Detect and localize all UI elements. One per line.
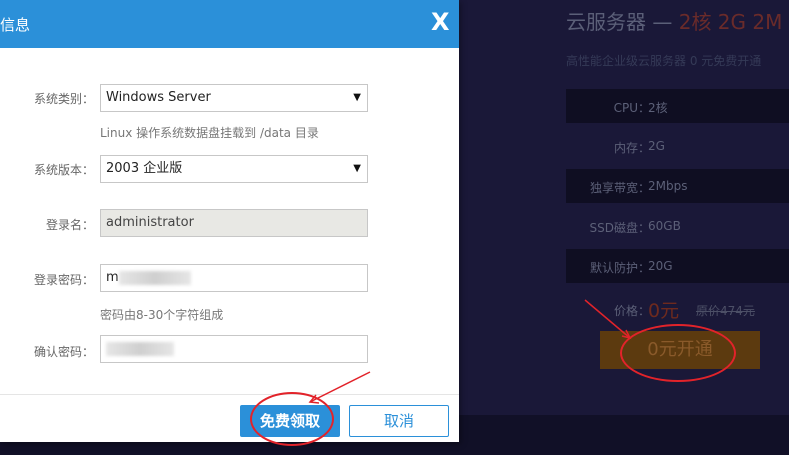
spec-label: SSD磁盘： xyxy=(589,221,650,235)
dialog-header: 信息 X xyxy=(0,0,459,48)
spec-row-protection: 默认防护： 20G xyxy=(566,249,789,283)
os-type-value: Windows Server xyxy=(106,90,211,105)
password-field[interactable]: m xyxy=(100,264,368,292)
os-hint: Linux 操作系统数据盘挂载到 /data 目录 xyxy=(100,126,319,140)
dropdown-caret-icon: ▼ xyxy=(353,163,361,174)
os-version-value: 2003 企业版 xyxy=(106,161,183,176)
info-dialog: 信息 X 系统类别： Windows Server ▼ Linux 操作系统数据… xyxy=(0,0,459,442)
product-title-highlight: 2核 2G 2M xyxy=(678,10,783,34)
close-icon[interactable]: X xyxy=(431,8,450,36)
product-title-prefix: 云服务器 — xyxy=(566,10,679,34)
os-type-select[interactable]: Windows Server ▼ xyxy=(100,84,368,112)
password-visible-prefix: m xyxy=(106,270,119,285)
annotation-circle-open xyxy=(620,324,736,382)
dropdown-caret-icon: ▼ xyxy=(353,92,361,103)
login-name-field: administrator xyxy=(100,209,368,237)
password-hint: 密码由8-30个字符组成 xyxy=(100,308,224,322)
login-name-label: 登录名： xyxy=(45,218,94,232)
spec-label: CPU： xyxy=(613,101,650,115)
product-title: 云服务器 — 2核 2G 2M xyxy=(566,6,782,35)
spec-value: 2G xyxy=(648,139,665,153)
spec-label: 独享带宽： xyxy=(589,181,650,195)
confirm-password-label: 确认密码： xyxy=(33,345,94,359)
price-value: 0元 xyxy=(648,300,680,322)
cancel-button[interactable]: 取消 xyxy=(349,405,449,437)
password-label: 登录密码： xyxy=(33,273,94,287)
spec-label: 内存： xyxy=(613,141,650,155)
spec-value: 60GB xyxy=(648,219,681,233)
annotation-circle-claim xyxy=(250,392,334,446)
price-row: 价格： 0元 原价474元 xyxy=(566,298,789,322)
spec-value: 2Mbps xyxy=(648,179,688,193)
spec-value: 2核 xyxy=(648,101,668,115)
password-blurred xyxy=(118,270,191,285)
spec-row-cpu: CPU： 2核 xyxy=(566,89,789,123)
spec-value: 20G xyxy=(648,259,673,273)
product-subtitle: 高性能企业级云服务器 0 元免费开通 xyxy=(566,54,762,68)
spec-row-memory: 内存： 2G xyxy=(566,129,789,163)
os-type-label: 系统类别： xyxy=(33,92,94,106)
spec-row-ssd: SSD磁盘： 60GB xyxy=(566,209,789,243)
spec-row-bandwidth: 独享带宽： 2Mbps xyxy=(566,169,789,203)
confirm-password-field[interactable] xyxy=(100,335,368,363)
os-version-label: 系统版本： xyxy=(33,163,94,177)
product-panel: 云服务器 — 2核 2G 2M 高性能企业级云服务器 0 元免费开通 CPU： … xyxy=(560,0,789,455)
dialog-title: 信息 xyxy=(0,16,31,34)
confirm-password-blurred xyxy=(106,341,174,356)
original-price: 原价474元 xyxy=(696,304,755,318)
os-version-select[interactable]: 2003 企业版 ▼ xyxy=(100,155,368,183)
spec-label: 默认防护： xyxy=(589,261,650,275)
price-label: 价格： xyxy=(613,304,650,318)
